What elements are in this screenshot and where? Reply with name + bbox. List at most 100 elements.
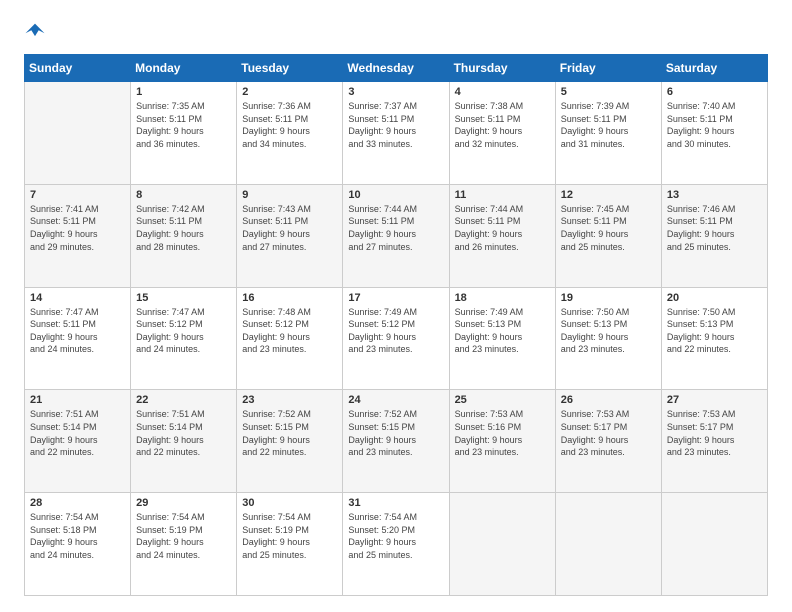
day-info: Sunrise: 7:39 AMSunset: 5:11 PMDaylight:… (561, 100, 656, 150)
day-info: Sunrise: 7:44 AMSunset: 5:11 PMDaylight:… (348, 203, 443, 253)
day-info: Sunrise: 7:49 AMSunset: 5:12 PMDaylight:… (348, 306, 443, 356)
day-number: 23 (242, 394, 337, 406)
calendar-cell: 23 Sunrise: 7:52 AMSunset: 5:15 PMDayligh… (237, 390, 343, 493)
day-info: Sunrise: 7:54 AMSunset: 5:19 PMDaylight:… (242, 511, 337, 561)
day-info: Sunrise: 7:54 AMSunset: 5:19 PMDaylight:… (136, 511, 231, 561)
day-info: Sunrise: 7:51 AMSunset: 5:14 PMDaylight:… (30, 408, 125, 458)
day-number: 9 (242, 189, 337, 201)
logo-bird-icon (24, 20, 46, 42)
calendar-cell: 3 Sunrise: 7:37 AMSunset: 5:11 PMDaylight… (343, 82, 449, 185)
day-number: 13 (667, 189, 762, 201)
logo-block (24, 20, 46, 42)
day-number: 28 (30, 497, 125, 509)
day-number: 26 (561, 394, 656, 406)
day-info: Sunrise: 7:45 AMSunset: 5:11 PMDaylight:… (561, 203, 656, 253)
day-number: 21 (30, 394, 125, 406)
day-info: Sunrise: 7:47 AMSunset: 5:11 PMDaylight:… (30, 306, 125, 356)
day-info: Sunrise: 7:54 AMSunset: 5:20 PMDaylight:… (348, 511, 443, 561)
day-number: 18 (455, 292, 550, 304)
day-info: Sunrise: 7:36 AMSunset: 5:11 PMDaylight:… (242, 100, 337, 150)
day-info: Sunrise: 7:41 AMSunset: 5:11 PMDaylight:… (30, 203, 125, 253)
calendar-cell (661, 493, 767, 596)
calendar-cell: 5 Sunrise: 7:39 AMSunset: 5:11 PMDaylight… (555, 82, 661, 185)
day-number: 11 (455, 189, 550, 201)
day-number: 5 (561, 86, 656, 98)
calendar-cell (555, 493, 661, 596)
day-number: 25 (455, 394, 550, 406)
day-info: Sunrise: 7:48 AMSunset: 5:12 PMDaylight:… (242, 306, 337, 356)
day-info: Sunrise: 7:50 AMSunset: 5:13 PMDaylight:… (561, 306, 656, 356)
calendar-cell: 31 Sunrise: 7:54 AMSunset: 5:20 PMDayligh… (343, 493, 449, 596)
day-number: 3 (348, 86, 443, 98)
day-info: Sunrise: 7:37 AMSunset: 5:11 PMDaylight:… (348, 100, 443, 150)
page: SundayMondayTuesdayWednesdayThursdayFrid… (0, 0, 792, 612)
calendar-table: SundayMondayTuesdayWednesdayThursdayFrid… (24, 54, 768, 596)
day-number: 2 (242, 86, 337, 98)
day-info: Sunrise: 7:52 AMSunset: 5:15 PMDaylight:… (242, 408, 337, 458)
calendar-cell: 27 Sunrise: 7:53 AMSunset: 5:17 PMDayligh… (661, 390, 767, 493)
calendar-cell: 22Sunrise: 7:51 AMSunset: 5:14 PMDayligh… (131, 390, 237, 493)
calendar-cell: 18 Sunrise: 7:49 AMSunset: 5:13 PMDayligh… (449, 287, 555, 390)
day-number: 31 (348, 497, 443, 509)
col-header-thursday: Thursday (449, 55, 555, 82)
calendar-cell: 21 Sunrise: 7:51 AMSunset: 5:14 PMDayligh… (25, 390, 131, 493)
day-number: 6 (667, 86, 762, 98)
col-header-sunday: Sunday (25, 55, 131, 82)
day-number: 20 (667, 292, 762, 304)
day-info: Sunrise: 7:44 AMSunset: 5:11 PMDaylight:… (455, 203, 550, 253)
day-number: 14 (30, 292, 125, 304)
calendar-cell: 8Sunrise: 7:42 AMSunset: 5:11 PMDaylight… (131, 184, 237, 287)
day-info: Sunrise: 7:53 AMSunset: 5:17 PMDaylight:… (667, 408, 762, 458)
calendar-cell (449, 493, 555, 596)
calendar-cell: 16 Sunrise: 7:48 AMSunset: 5:12 PMDayligh… (237, 287, 343, 390)
col-header-saturday: Saturday (661, 55, 767, 82)
day-number: 12 (561, 189, 656, 201)
calendar-cell: 10 Sunrise: 7:44 AMSunset: 5:11 PMDayligh… (343, 184, 449, 287)
day-info: Sunrise: 7:50 AMSunset: 5:13 PMDaylight:… (667, 306, 762, 356)
day-number: 16 (242, 292, 337, 304)
calendar-cell: 4 Sunrise: 7:38 AMSunset: 5:11 PMDaylight… (449, 82, 555, 185)
day-info: Sunrise: 7:46 AMSunset: 5:11 PMDaylight:… (667, 203, 762, 253)
day-number: 24 (348, 394, 443, 406)
day-number: 19 (561, 292, 656, 304)
calendar-cell: 29 Sunrise: 7:54 AMSunset: 5:19 PMDayligh… (131, 493, 237, 596)
day-number: 10 (348, 189, 443, 201)
calendar-cell: 26Sunrise: 7:53 AMSunset: 5:17 PMDayligh… (555, 390, 661, 493)
calendar-cell: 28 Sunrise: 7:54 AMSunset: 5:18 PMDayligh… (25, 493, 131, 596)
calendar-cell: 20 Sunrise: 7:50 AMSunset: 5:13 PMDayligh… (661, 287, 767, 390)
day-info: Sunrise: 7:53 AMSunset: 5:16 PMDaylight:… (455, 408, 550, 458)
col-header-friday: Friday (555, 55, 661, 82)
calendar-cell: 9 Sunrise: 7:43 AMSunset: 5:11 PMDaylight… (237, 184, 343, 287)
day-info: Sunrise: 7:54 AMSunset: 5:18 PMDaylight:… (30, 511, 125, 561)
day-info: Sunrise: 7:38 AMSunset: 5:11 PMDaylight:… (455, 100, 550, 150)
logo (24, 20, 46, 42)
day-info: Sunrise: 7:52 AMSunset: 5:15 PMDaylight:… (348, 408, 443, 458)
calendar-cell: 7 Sunrise: 7:41 AMSunset: 5:11 PMDaylight… (25, 184, 131, 287)
calendar-cell: 19 Sunrise: 7:50 AMSunset: 5:13 PMDayligh… (555, 287, 661, 390)
day-number: 27 (667, 394, 762, 406)
day-number: 15 (136, 292, 231, 304)
calendar-cell: 15 Sunrise: 7:47 AMSunset: 5:12 PMDayligh… (131, 287, 237, 390)
calendar-cell: 6 Sunrise: 7:40 AMSunset: 5:11 PMDaylight… (661, 82, 767, 185)
calendar-cell: 24 Sunrise: 7:52 AMSunset: 5:15 PMDayligh… (343, 390, 449, 493)
calendar-cell: 1 Sunrise: 7:35 AMSunset: 5:11 PMDaylight… (131, 82, 237, 185)
day-info: Sunrise: 7:49 AMSunset: 5:13 PMDaylight:… (455, 306, 550, 356)
day-number: 4 (455, 86, 550, 98)
calendar-cell: 13 Sunrise: 7:46 AMSunset: 5:11 PMDayligh… (661, 184, 767, 287)
header (24, 20, 768, 42)
day-number: 7 (30, 189, 125, 201)
calendar-cell: 25 Sunrise: 7:53 AMSunset: 5:16 PMDayligh… (449, 390, 555, 493)
day-info: Sunrise: 7:40 AMSunset: 5:11 PMDaylight:… (667, 100, 762, 150)
day-info: Sunrise: 7:35 AMSunset: 5:11 PMDaylight:… (136, 100, 231, 150)
calendar-cell (25, 82, 131, 185)
col-header-monday: Monday (131, 55, 237, 82)
calendar-cell: 11 Sunrise: 7:44 AMSunset: 5:11 PMDayligh… (449, 184, 555, 287)
day-number: 1 (136, 86, 231, 98)
day-info: Sunrise: 7:47 AMSunset: 5:12 PMDaylight:… (136, 306, 231, 356)
day-number: 17 (348, 292, 443, 304)
day-number: 29 (136, 497, 231, 509)
col-header-wednesday: Wednesday (343, 55, 449, 82)
day-info: Sunrise: 7:43 AMSunset: 5:11 PMDaylight:… (242, 203, 337, 253)
calendar-cell: 12 Sunrise: 7:45 AMSunset: 5:11 PMDayligh… (555, 184, 661, 287)
logo-line1 (24, 20, 46, 42)
